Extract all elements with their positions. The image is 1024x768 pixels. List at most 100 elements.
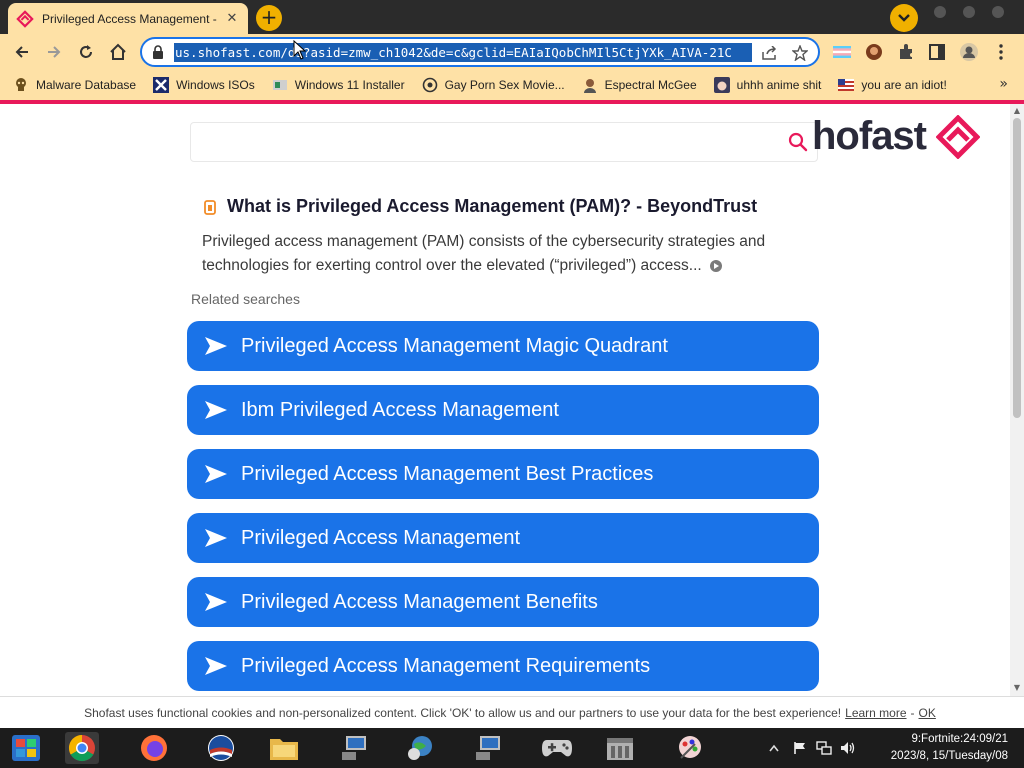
skull-icon <box>12 76 30 94</box>
side-panel-icon[interactable] <box>926 41 948 63</box>
home-button[interactable] <box>103 37 133 67</box>
tray-flag-icon[interactable] <box>792 740 808 756</box>
tab-search-button[interactable] <box>890 4 918 32</box>
mouse-cursor-icon <box>293 40 307 60</box>
menu-kebab-icon[interactable] <box>990 41 1012 63</box>
gear-face-icon <box>421 76 439 94</box>
start-logo-icon <box>12 735 40 761</box>
lock-icon <box>153 45 163 59</box>
search-input[interactable] <box>190 122 818 162</box>
firefox-icon <box>141 735 167 761</box>
chevron-down-icon <box>898 14 910 22</box>
browser-tab[interactable]: Privileged Access Management - Sh ✕ <box>8 3 248 34</box>
taskbar-firefox[interactable] <box>137 732 171 764</box>
new-tab-button[interactable]: + <box>256 5 282 31</box>
page-scrollbar[interactable]: ▲ ▼ <box>1010 104 1024 696</box>
chrome-icon <box>68 734 95 762</box>
back-button[interactable] <box>7 37 37 67</box>
result-title-row[interactable]: What is Privileged Access Management (PA… <box>202 196 757 217</box>
bookmark-malware-database[interactable]: Malware Database <box>12 76 136 94</box>
related-search-label: Privileged Access Management <box>241 526 521 549</box>
bookmarks-bar: Malware Database Windows ISOs Windows 11… <box>0 70 1024 100</box>
url-text[interactable]: us.shofast.com/ds?asid=zmw_ch1042&de=c&g… <box>174 42 752 62</box>
shofast-diamond-icon <box>936 114 980 159</box>
profile-icon[interactable] <box>958 41 980 63</box>
arrow-right-icon <box>205 337 227 355</box>
arrow-right-icon <box>205 465 227 483</box>
related-search-label: Privileged Access Management Requirement… <box>241 654 651 677</box>
taskbar-cabinet-app[interactable] <box>603 732 637 764</box>
forward-button[interactable] <box>39 37 69 67</box>
cookie-separator: - <box>910 705 915 720</box>
taskbar-paint-app[interactable] <box>673 732 707 764</box>
bookmark-label: Malware Database <box>36 78 137 92</box>
obama-logo-icon <box>208 735 234 761</box>
minimize-button[interactable] <box>934 6 946 18</box>
tray-overflow-icon[interactable] <box>766 740 782 756</box>
related-search-label: Privileged Access Management Best Practi… <box>241 462 654 485</box>
taskbar-file-explorer[interactable] <box>267 732 301 764</box>
network-computer-icon <box>342 736 366 760</box>
arrow-right-icon <box>205 657 227 675</box>
share-icon[interactable] <box>760 43 780 63</box>
title-bar: Privileged Access Management - Sh ✕ + <box>0 0 1024 34</box>
globe-clock-icon <box>408 736 432 760</box>
related-search-button[interactable]: Ibm Privileged Access Management <box>187 385 819 435</box>
cookie-ok-link[interactable]: OK <box>919 706 936 720</box>
reload-button[interactable] <box>71 37 101 67</box>
bookmark-label: Gay Porn Sex Movie... <box>444 78 565 92</box>
learn-more-link[interactable]: Learn more <box>845 706 906 720</box>
maximize-button[interactable] <box>963 6 975 18</box>
bookmark-espectral-mcgee[interactable]: Espectral McGee <box>581 76 697 94</box>
taskbar-network-app-2[interactable] <box>472 732 506 764</box>
tray-network-icon[interactable] <box>816 740 832 756</box>
extension-avatar-icon[interactable] <box>863 41 885 63</box>
taskbar-obama[interactable] <box>204 732 238 764</box>
scroll-up-icon[interactable]: ▲ <box>1013 107 1021 115</box>
bookmark-label: Windows 11 Installer <box>294 78 405 92</box>
related-search-button[interactable]: Privileged Access Management Benefits <box>187 577 819 627</box>
taskbar-chrome[interactable] <box>65 732 99 764</box>
related-search-label: Privileged Access Management Magic Quadr… <box>241 334 668 357</box>
close-window-button[interactable] <box>992 6 1004 18</box>
start-button[interactable] <box>9 732 43 764</box>
extension-flag-icon[interactable] <box>831 41 853 63</box>
bookmark-gay-porn-sex-movie[interactable]: Gay Porn Sex Movie... <box>421 76 565 94</box>
read-more-icon[interactable] <box>710 259 723 272</box>
related-search-button[interactable]: Privileged Access Management Requirement… <box>187 641 819 691</box>
tray-volume-icon[interactable] <box>840 740 856 756</box>
cookie-text: Shofast uses functional cookies and non-… <box>84 705 842 720</box>
search-icon[interactable] <box>786 130 810 154</box>
address-bar[interactable]: us.shofast.com/ds?asid=zmw_ch1042&de=c&g… <box>140 37 820 67</box>
bookmark-label: Espectral McGee <box>604 78 697 92</box>
bookmark-you-are-an-idiot[interactable]: you are an idiot! <box>837 76 947 94</box>
forward-arrow-icon <box>48 46 61 58</box>
bookmark-star-icon[interactable] <box>790 43 810 63</box>
reload-icon <box>80 45 92 58</box>
bookmark-windows-11-installer[interactable]: Windows 11 Installer <box>271 76 405 94</box>
logo-text: hofast <box>812 114 927 158</box>
tab-close-icon[interactable]: ✕ <box>224 11 240 26</box>
scroll-down-icon[interactable]: ▼ <box>1013 684 1021 692</box>
taskbar-game-controller[interactable] <box>540 732 574 764</box>
related-search-button[interactable]: Privileged Access Management Magic Quadr… <box>187 321 819 371</box>
scroll-thumb[interactable] <box>1013 118 1021 418</box>
taskbar-network-app[interactable] <box>338 732 372 764</box>
arrow-right-icon <box>205 529 227 547</box>
bookmarks-overflow-button[interactable]: » <box>999 76 1008 92</box>
related-search-button[interactable]: Privileged Access Management <box>187 513 819 563</box>
cookie-banner: Shofast uses functional cookies and non-… <box>0 696 1024 728</box>
cabinet-icon <box>607 738 633 760</box>
result-title[interactable]: What is Privileged Access Management (PA… <box>227 196 757 217</box>
shofast-logo[interactable]: hofast <box>812 114 980 159</box>
related-search-button[interactable]: Privileged Access Management Best Practi… <box>187 449 819 499</box>
bookmark-label: you are an idiot! <box>861 78 947 92</box>
bookmark-uhhh-anime[interactable]: uhhh anime shit <box>713 76 821 94</box>
taskbar-globe-app[interactable] <box>404 732 438 764</box>
clock-date: 2023/8, 15/Tuesday/08 <box>890 750 1008 762</box>
bookmark-windows-isos[interactable]: Windows ISOs <box>152 76 255 94</box>
taskbar-clock[interactable]: 9:Fortnite:24:09/21 2023/8, 15/Tuesday/0… <box>868 731 1008 765</box>
bookmark-label: Windows ISOs <box>176 78 255 92</box>
clock-time: 9:Fortnite:24:09/21 <box>911 733 1008 745</box>
extensions-puzzle-icon[interactable] <box>895 41 917 63</box>
